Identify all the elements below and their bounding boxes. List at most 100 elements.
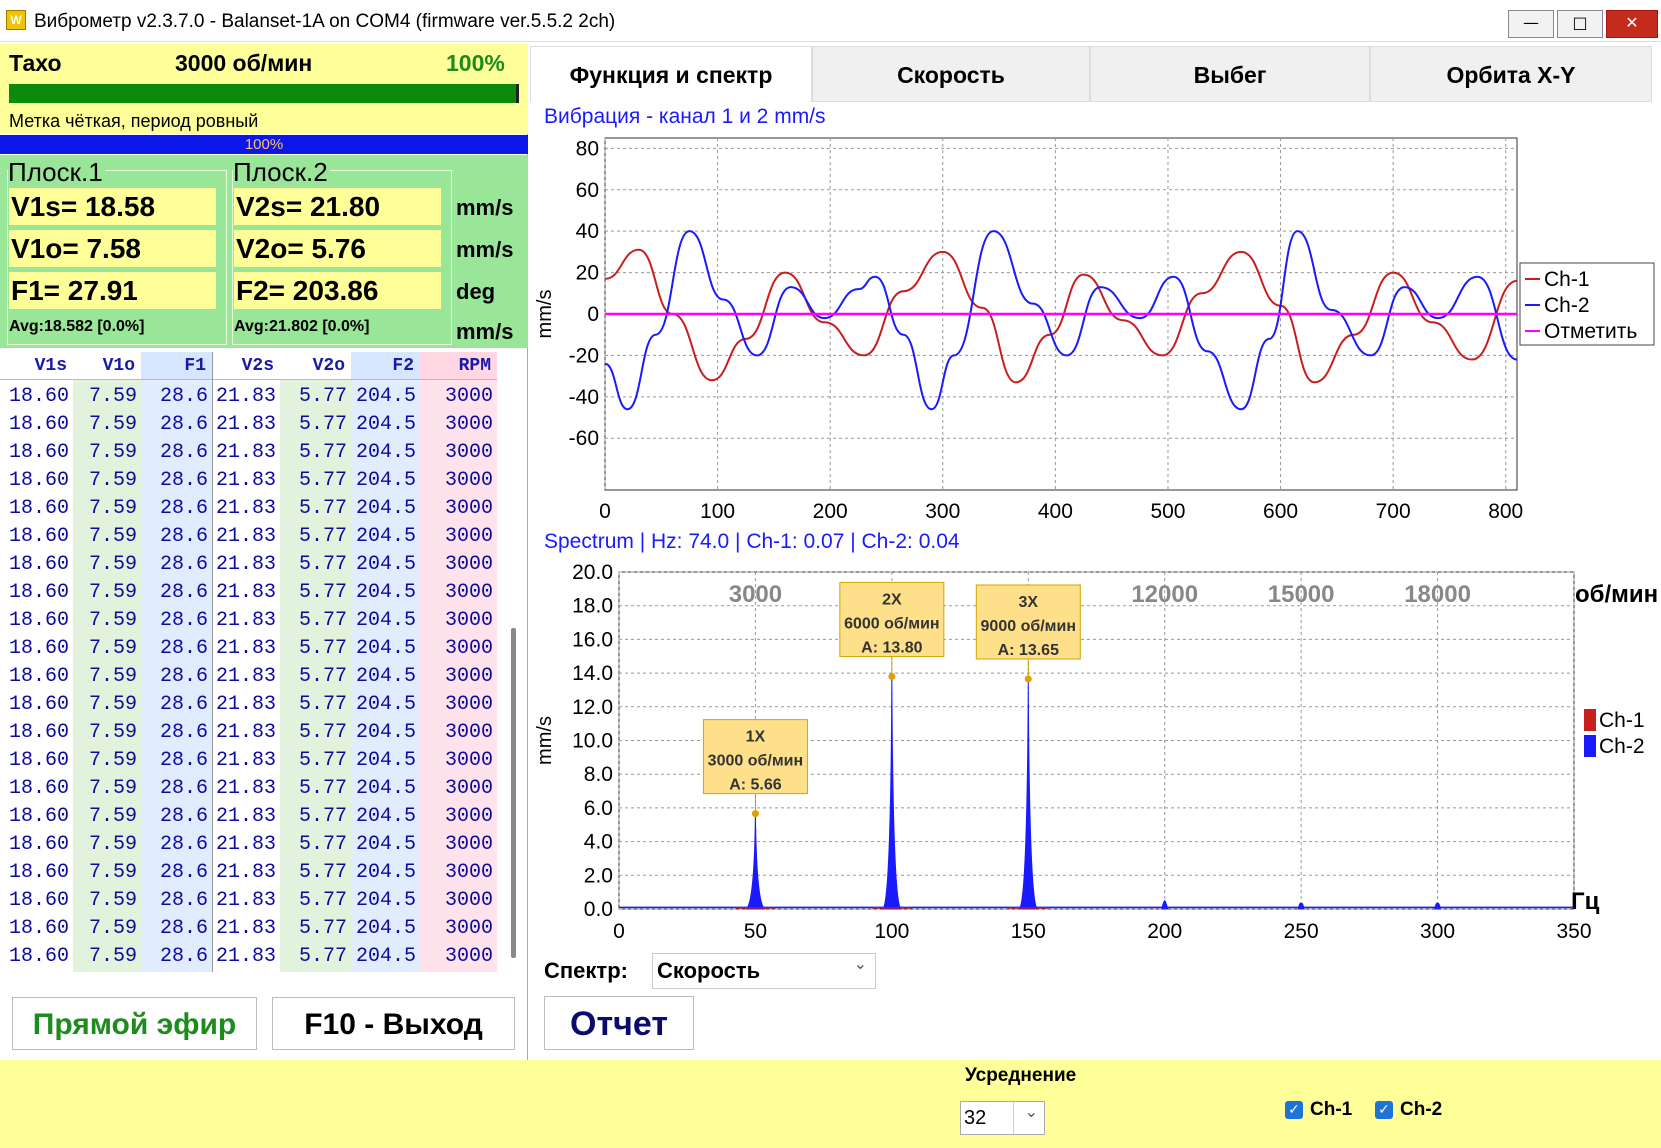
table-cell: 3000 (444, 665, 493, 688)
table-cell: 18.60 (8, 581, 69, 604)
plane-1-avg: Avg:18.582 [0.0%] (9, 318, 145, 335)
tab-rundown[interactable]: Выбег (1090, 46, 1370, 102)
table-cell: 204.5 (355, 525, 416, 548)
table-cell: 204.5 (355, 917, 416, 940)
table-cell: 21.83 (215, 945, 276, 968)
table-cell: 18.60 (8, 721, 69, 744)
tab-speed[interactable]: Скорость (812, 46, 1090, 102)
tacho-status: Метка чёткая, период ровный (9, 111, 259, 131)
unit-label: mm/s (456, 237, 514, 262)
table-cell: 7.59 (88, 469, 137, 492)
x-tick-label: 400 (1038, 500, 1073, 523)
table-cell: 21.83 (215, 833, 276, 856)
table-cell: 5.77 (298, 861, 347, 884)
table-cell: 204.5 (355, 665, 416, 688)
table-header-v2s[interactable]: V2s (212, 352, 280, 380)
averaging-value: 32 (964, 1107, 987, 1129)
table-cell: 18.60 (8, 525, 69, 548)
v2o-value: V2o= 5.76 (234, 230, 441, 267)
x-tick-label: 800 (1488, 500, 1523, 523)
table-cell: 21.83 (215, 497, 276, 520)
table-cell: 5.77 (298, 693, 347, 716)
table-cell: 5.77 (298, 665, 347, 688)
table-cell: 3000 (444, 581, 493, 604)
minimize-button[interactable]: — (1508, 10, 1554, 38)
table-cell: 3000 (444, 413, 493, 436)
table-cell: 21.83 (215, 693, 276, 716)
table-cell: 18.60 (8, 693, 69, 716)
table-cell: 18.60 (8, 497, 69, 520)
plane-2-avg: Avg:21.802 [0.0%] (234, 318, 370, 335)
x-tick-label: 700 (1376, 500, 1411, 523)
tab-function-spectrum[interactable]: Функция и спектр (530, 46, 812, 102)
y-tick-label: 80 (576, 137, 599, 160)
legend-swatch (1584, 735, 1596, 757)
spectrum-select[interactable]: Скорость ⌄ (652, 953, 876, 989)
table-cell: 7.59 (88, 553, 137, 576)
table-cell: 21.83 (215, 749, 276, 772)
annotation-text: A: 5.66 (729, 777, 782, 794)
y-tick-label: 0 (587, 303, 599, 326)
table-cell: 7.59 (88, 917, 137, 940)
x-tick-label: 100 (874, 920, 909, 943)
report-button[interactable]: Отчет (544, 996, 694, 1050)
table-header-f1[interactable]: F1 (141, 352, 212, 380)
table-cell: 5.77 (298, 413, 347, 436)
averaging-select[interactable]: 32 ⌄ (960, 1101, 1045, 1135)
y-tick-label: -20 (569, 344, 599, 367)
table-cell: 7.59 (88, 861, 137, 884)
spectrum-chart[interactable]: 0 50 100 150 200 250 300 350 20.0 18.0 16.0 14.0 12.… (530, 555, 1661, 955)
maximize-button[interactable]: □ (1557, 10, 1603, 38)
x-tick-label: 350 (1556, 920, 1591, 943)
legend-label: Ch-2 (1544, 294, 1590, 317)
table-cell: 3000 (444, 469, 493, 492)
table-cell: 5.77 (298, 833, 347, 856)
table-cell: 3000 (444, 609, 493, 632)
waveform-chart[interactable]: 0 100 200 300 400 500 600 700 800806040200-20-40… (530, 130, 1661, 530)
legend-swatch (1584, 709, 1596, 731)
y-tick-label: 20.0 (572, 561, 613, 584)
checkbox-ch1[interactable]: ✓ (1285, 1101, 1303, 1119)
table-cell: 3000 (444, 637, 493, 660)
table-scrollbar-thumb[interactable] (511, 628, 516, 958)
x-axis-label: Гц (1571, 888, 1600, 915)
chevron-down-icon: ⌄ (1024, 1102, 1038, 1121)
waveform-chart-title: Вибрация - канал 1 и 2 mm/s (544, 105, 826, 128)
table-header-v2o[interactable]: V2o (280, 352, 351, 380)
x-tick-label: 200 (1147, 920, 1182, 943)
live-button[interactable]: Прямой эфир (12, 997, 257, 1050)
checkbox-ch2[interactable]: ✓ (1375, 1101, 1393, 1119)
table-cell: 5.77 (298, 469, 347, 492)
tab-orbit[interactable]: Орбита X-Y (1370, 46, 1652, 102)
table-cell: 28.6 (159, 469, 208, 492)
table-cell: 3000 (444, 917, 493, 940)
table-cell: 204.5 (355, 413, 416, 436)
secondary-x-axis-label: об/мин (1575, 581, 1658, 608)
table-cell: 5.77 (298, 805, 347, 828)
table-cell: 204.5 (355, 497, 416, 520)
table-cell: 5.77 (298, 553, 347, 576)
table-cell: 21.83 (215, 889, 276, 912)
table-header-rpm[interactable]: RPM (420, 352, 497, 380)
table-cell: 7.59 (88, 497, 137, 520)
table-header-v1o[interactable]: V1o (73, 352, 141, 380)
x-tick-label: 200 (813, 500, 848, 523)
table-header-v1s[interactable]: V1s (0, 352, 73, 380)
table-cell: 18.60 (8, 385, 69, 408)
table-cell: 5.77 (298, 385, 347, 408)
table-cell: 5.77 (298, 497, 347, 520)
table-cell: 7.59 (88, 777, 137, 800)
x-tick-label: 100 (700, 500, 735, 523)
table-cell: 28.6 (159, 553, 208, 576)
table-cell: 18.60 (8, 609, 69, 632)
table-cell: 3000 (444, 497, 493, 520)
table-cell: 28.6 (159, 861, 208, 884)
table-cell: 204.5 (355, 777, 416, 800)
close-button[interactable]: ✕ (1606, 10, 1658, 38)
table-header-f2[interactable]: F2 (351, 352, 420, 380)
exit-button[interactable]: F10 - Выход (272, 997, 515, 1050)
table-cell: 21.83 (215, 721, 276, 744)
table-cell: 3000 (444, 889, 493, 912)
table-cell: 204.5 (355, 441, 416, 464)
table-cell: 18.60 (8, 665, 69, 688)
